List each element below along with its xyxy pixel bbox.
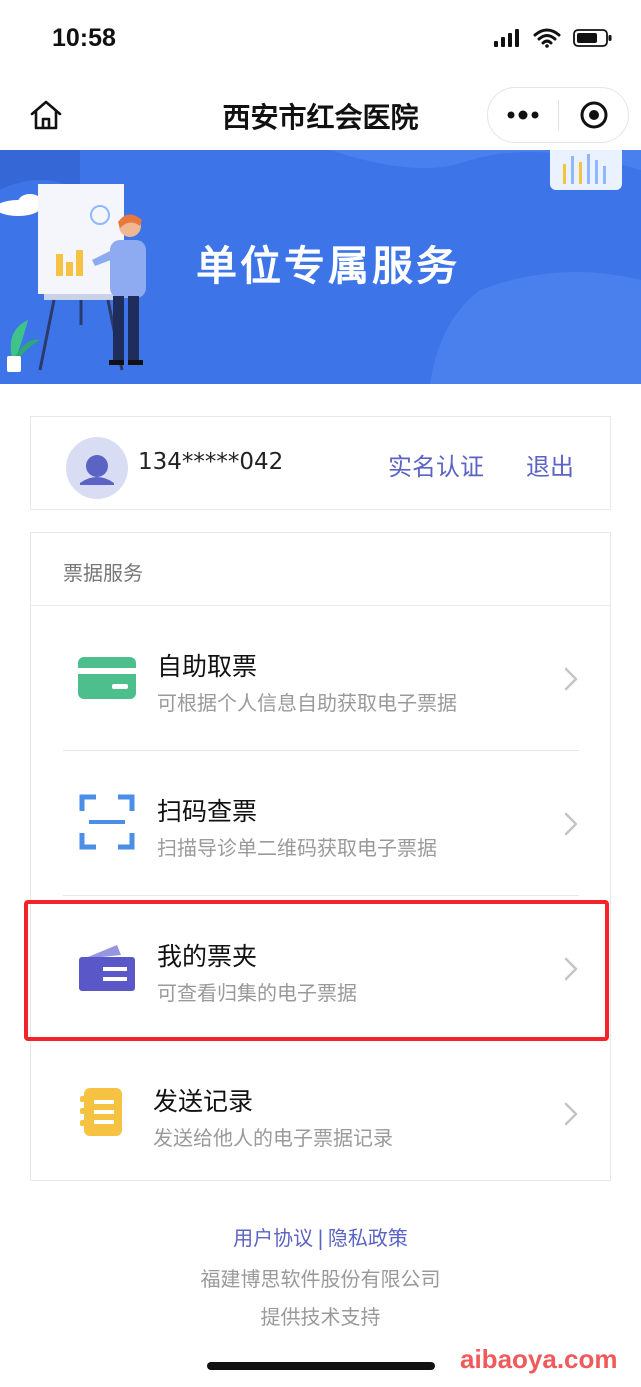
more-button[interactable] [488, 88, 558, 142]
user-avatar-icon [80, 455, 114, 485]
service-name: 自助取票 [157, 652, 258, 681]
card-icon [75, 645, 139, 709]
ticket-services-card: 票据服务 自助取票 可根据个人信息自助获取电子票据 扫码查票 扫描导诊单二维码获… [30, 532, 611, 1181]
chevron-right-icon [564, 957, 578, 981]
ticket-folder-icon [75, 935, 139, 999]
service-name: 发送记录 [153, 1087, 254, 1116]
logout-link[interactable]: 退出 [526, 447, 574, 482]
service-name: 扫码查票 [157, 797, 258, 826]
service-item-my-ticket-folder[interactable]: 我的票夹 可查看归集的电子票据 [31, 895, 610, 1040]
scan-icon [75, 790, 139, 854]
chevron-right-icon [564, 1102, 578, 1126]
user-card: 134*****042 实名认证 退出 [30, 416, 611, 510]
service-description: 可根据个人信息自助获取电子票据 [157, 691, 457, 715]
mini-program-capsule [487, 87, 629, 143]
privacy-policy-link[interactable]: 隐私政策 [328, 1226, 408, 1250]
service-description: 发送给他人的电子票据记录 [153, 1126, 393, 1150]
more-dots-icon [507, 110, 539, 120]
service-item-scan-query[interactable]: 扫码查票 扫描导诊单二维码获取电子票据 [31, 750, 610, 895]
footer-support: 提供技术支持 [260, 1305, 381, 1329]
home-icon [30, 100, 62, 130]
service-description: 扫描导诊单二维码获取电子票据 [157, 836, 437, 860]
real-name-verify-link[interactable]: 实名认证 [388, 447, 484, 482]
home-button[interactable] [26, 95, 66, 135]
footer-separator: | [317, 1226, 324, 1250]
service-item-self-pickup[interactable]: 自助取票 可根据个人信息自助获取电子票据 [31, 605, 610, 750]
footer-links: 用户协议 | 隐私政策 [0, 1222, 641, 1251]
wifi-icon [533, 28, 561, 48]
footer-company: 福建博思软件股份有限公司 [200, 1267, 441, 1291]
section-title: 票据服务 [63, 561, 143, 585]
record-icon [71, 1080, 135, 1144]
battery-icon [573, 29, 612, 47]
close-button[interactable] [559, 88, 628, 142]
user-agreement-link[interactable]: 用户协议 [233, 1226, 313, 1250]
home-indicator[interactable] [207, 1362, 435, 1370]
avatar [66, 437, 128, 499]
service-description: 可查看归集的电子票据 [157, 981, 357, 1005]
service-banner: 单位专属服务 [0, 150, 641, 384]
status-time: 10:58 [52, 24, 116, 52]
status-icons [493, 28, 613, 48]
service-item-send-records[interactable]: 发送记录 发送给他人的电子票据记录 [31, 1040, 610, 1185]
service-name: 我的票夹 [157, 942, 258, 971]
watermark: aibaoya.com [460, 1344, 618, 1374]
section-header: 票据服务 [31, 533, 610, 606]
chevron-right-icon [564, 812, 578, 836]
banner-title: 单位专属服务 [196, 242, 460, 290]
nav-bar: 西安市红会医院 [0, 80, 641, 150]
user-phone: 134*****042 [138, 449, 284, 475]
signal-icon [494, 29, 519, 47]
chevron-right-icon [564, 667, 578, 691]
target-close-icon [580, 101, 607, 129]
status-bar: 10:58 [0, 0, 641, 80]
